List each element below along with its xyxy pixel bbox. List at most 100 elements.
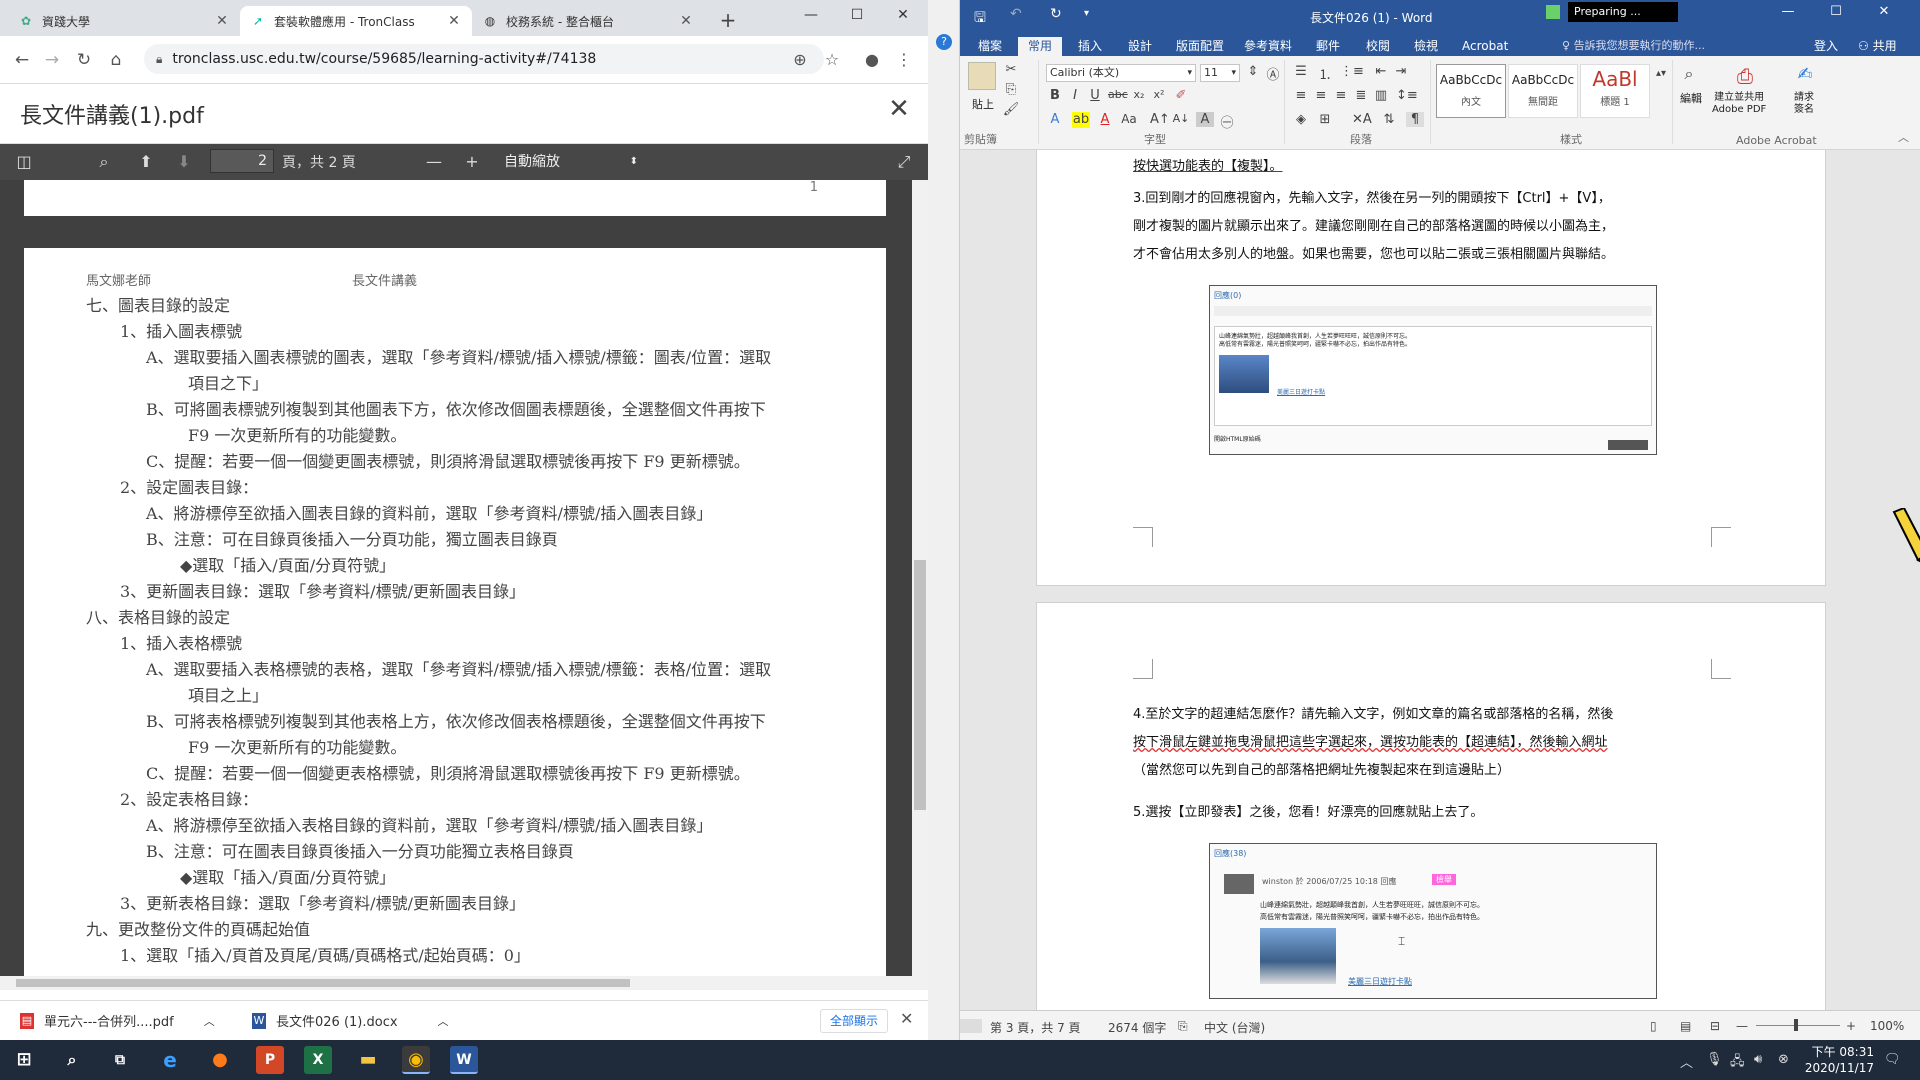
sign-in-link[interactable]: 登入 <box>1814 37 1838 54</box>
address-bar[interactable]: 🔒︎ tronclass.usc.edu.tw/course/59685/lea… <box>144 44 824 74</box>
task-view-icon[interactable]: ⧉ <box>106 1046 134 1074</box>
distributed-icon[interactable]: ▥ <box>1372 88 1390 103</box>
close-window-button[interactable]: ✕ <box>880 0 926 30</box>
tab-design[interactable]: 設計 <box>1118 37 1162 56</box>
underline-icon[interactable]: U <box>1086 88 1104 103</box>
powerpoint-icon[interactable]: P <box>256 1046 284 1074</box>
clear-formatting-icon[interactable]: ✐ <box>1172 88 1190 103</box>
tab-references[interactable]: 參考資料 <box>1234 37 1302 56</box>
multilevel-list-icon[interactable]: ⋮≡ <box>1340 64 1364 79</box>
tab-home[interactable]: 常用 <box>1018 37 1063 56</box>
network-icon[interactable]: 🖧︎ <box>1730 1052 1745 1074</box>
page-mode-icon[interactable] <box>960 1019 982 1033</box>
superscript-icon[interactable]: x² <box>1150 88 1168 101</box>
search-icon[interactable]: ⌕ <box>1680 64 1698 84</box>
align-right-icon[interactable]: ≡ <box>1332 88 1350 103</box>
zoom-in-icon[interactable]: + <box>1846 1019 1856 1033</box>
styles-more-icon[interactable]: ▴▾ <box>1652 68 1670 79</box>
chevron-up-icon[interactable]: ︿ <box>1680 1052 1693 1071</box>
tab-layout[interactable]: 版面配置 <box>1166 37 1234 56</box>
copy-icon[interactable]: ⎘ <box>1002 82 1020 97</box>
align-center-icon[interactable]: ≡ <box>1312 88 1330 103</box>
save-icon[interactable]: 🖫︎ <box>974 7 986 31</box>
show-marks-icon[interactable]: ¶ <box>1406 112 1424 127</box>
line-spacing-icon[interactable]: ↕≡ <box>1396 88 1418 103</box>
tab-1[interactable]: ✿ 資踐大學 ✕ <box>8 6 240 36</box>
tab-acrobat[interactable]: Acrobat <box>1452 37 1518 56</box>
menu-icon[interactable]: ⋮ <box>892 48 916 72</box>
share-button[interactable]: ⚇ 共用 <box>1858 37 1897 54</box>
next-page-icon[interactable]: ⬇ <box>172 150 196 174</box>
bold-icon[interactable]: B <box>1046 88 1064 103</box>
scroll-thumb[interactable] <box>16 979 630 987</box>
sort-icon[interactable]: ⇅ <box>1380 112 1398 127</box>
change-case-icon[interactable]: ⇕ <box>1244 64 1262 79</box>
fullscreen-icon[interactable]: ⤢ <box>892 150 916 174</box>
cut-icon[interactable]: ✂ <box>1002 62 1020 77</box>
tab-file[interactable]: 檔案 <box>968 37 1012 56</box>
close-icon[interactable]: ✕ <box>900 1009 913 1028</box>
page-number-input[interactable]: 2 <box>210 149 274 173</box>
new-tab-button[interactable]: + <box>716 9 740 33</box>
tab-insert[interactable]: 插入 <box>1068 37 1112 56</box>
editing-label[interactable]: 編輯 <box>1680 90 1702 106</box>
sidebar-toggle-icon[interactable]: ◫ <box>12 150 36 174</box>
forward-icon[interactable]: → <box>40 48 64 72</box>
web-layout-icon[interactable]: ⊟ <box>1710 1019 1720 1033</box>
help-icon[interactable]: ? <box>936 34 952 50</box>
zoom-level[interactable]: 100% <box>1870 1019 1904 1033</box>
download-item-docx[interactable]: W 長文件026 (1).docx ︿ <box>252 1011 449 1030</box>
notifications-icon[interactable]: 🗨︎ <box>1884 1052 1901 1067</box>
zoom-in-icon[interactable]: + <box>460 150 484 174</box>
close-tab-icon[interactable]: ✕ <box>446 13 462 29</box>
page-count-status[interactable]: 第 3 頁，共 7 頁 <box>990 1019 1081 1036</box>
show-all-button[interactable]: 全部顯示 <box>820 1009 888 1033</box>
bookmark-star-icon[interactable]: ☆ <box>820 48 844 72</box>
paste-icon[interactable] <box>968 62 996 90</box>
windows-start-icon[interactable]: ⊞ <box>10 1046 38 1074</box>
zoom-slider-track[interactable] <box>1756 1025 1840 1026</box>
font-name-select[interactable]: Calibri (本文) ▾ <box>1046 64 1196 82</box>
create-pdf-button[interactable]: 建立並共用 Adobe PDF <box>1712 92 1766 116</box>
excel-icon[interactable]: X <box>304 1046 332 1074</box>
pdf-viewer[interactable]: 1 馬文娜老師 長文件講義 七、圖表目錄的設定 1、插入圖表標號 A、選取要插入… <box>0 180 928 976</box>
style-heading-1[interactable]: AaBl 標題 1 <box>1580 64 1650 118</box>
font-color-icon[interactable]: A <box>1096 112 1114 127</box>
file-explorer-icon[interactable]: ▬ <box>354 1046 382 1074</box>
style-no-spacing[interactable]: AaBbCcDc 無間距 <box>1508 64 1578 118</box>
download-item-pdf[interactable]: ▤ 單元六---合併列....pdf ︿ <box>20 1011 215 1030</box>
character-shading-icon[interactable]: A <box>1196 112 1214 127</box>
borders-icon[interactable]: ⊞ <box>1316 112 1334 127</box>
ime-icon[interactable]: ⊗ <box>1778 1052 1789 1067</box>
request-signature-button[interactable]: 請求 簽名 <box>1794 92 1814 116</box>
vertical-scrollbar[interactable] <box>912 180 928 976</box>
tab-review[interactable]: 校閱 <box>1356 37 1400 56</box>
collapse-ribbon-icon[interactable]: ︿ <box>1898 129 1909 145</box>
asian-layout-icon[interactable]: ✕A <box>1352 112 1372 127</box>
zoom-select[interactable]: 自動縮放 ⬍ <box>496 149 644 175</box>
chrome-icon[interactable]: ◉ <box>402 1046 430 1074</box>
search-icon[interactable]: ⌕ <box>92 150 116 174</box>
request-signature-icon[interactable]: ✍ <box>1796 64 1814 85</box>
home-icon[interactable]: ⌂ <box>104 48 128 72</box>
document-area[interactable]: 按快選功能表的【複製】。 3.回到剛才的回應視窗內，先輸入文字，然後在另一列的開… <box>960 150 1920 1010</box>
bullets-icon[interactable]: ☰ <box>1292 64 1310 79</box>
horizontal-scrollbar[interactable] <box>0 976 928 990</box>
firefox-icon[interactable]: ● <box>206 1046 234 1074</box>
tab-2[interactable]: ➚ 套裝軟體應用 - TronClass ✕ <box>240 6 472 36</box>
redo-icon[interactable]: ↻ <box>1050 6 1062 22</box>
strikethrough-icon[interactable]: abc <box>1108 88 1128 101</box>
tell-me-search[interactable]: ♀ 告訴我您想要執行的動作... <box>1562 37 1705 53</box>
numbering-icon[interactable]: ⒈ <box>1316 64 1334 83</box>
format-painter-icon[interactable]: 🖌︎ <box>1002 102 1020 117</box>
zoom-out-icon[interactable]: — <box>1736 1019 1748 1033</box>
proofing-icon[interactable]: ⎘ <box>1178 1019 1188 1034</box>
maximize-button[interactable]: ☐ <box>834 0 880 30</box>
read-mode-icon[interactable]: ▯ <box>1650 1019 1657 1033</box>
volume-icon[interactable]: 🔊︎ <box>1754 1052 1762 1067</box>
profile-icon[interactable]: ● <box>860 48 884 72</box>
decrease-indent-icon[interactable]: ⇤ <box>1372 64 1390 79</box>
word-count-status[interactable]: 2674 個字 <box>1108 1019 1166 1036</box>
paste-label[interactable]: 貼上 <box>972 96 994 112</box>
tab-mailings[interactable]: 郵件 <box>1306 37 1350 56</box>
